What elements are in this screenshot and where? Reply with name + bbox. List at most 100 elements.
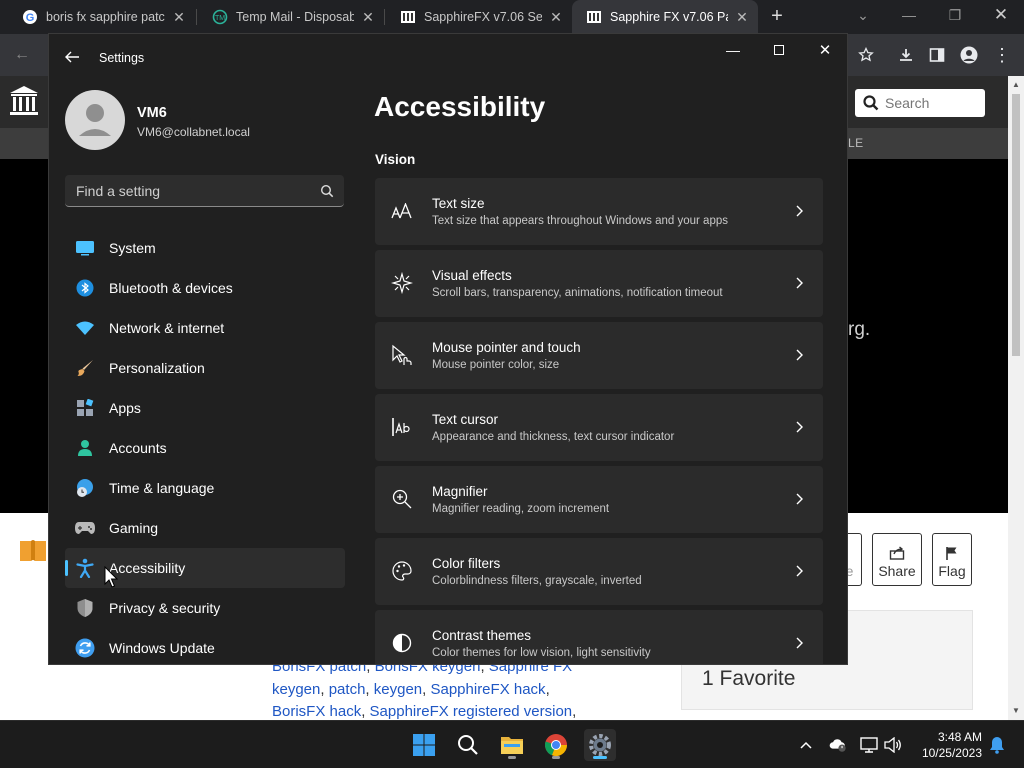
browser-tab[interactable]: TM Temp Mail - Disposable ✕ <box>198 0 384 34</box>
browser-tab[interactable]: SapphireFX v7.06 Setup ✕ <box>386 0 572 34</box>
chevron-up-icon[interactable] <box>797 736 815 754</box>
tag-link[interactable]: patch <box>329 681 366 698</box>
chevron-right-icon <box>796 493 803 505</box>
tab-divider <box>196 9 197 25</box>
settings-cards: Text size Text size that appears through… <box>375 178 823 664</box>
card-color-filters[interactable]: Color filters Colorblindness filters, gr… <box>375 538 823 605</box>
flag-icon <box>946 547 957 560</box>
start-button[interactable] <box>408 729 440 761</box>
tag-link[interactable]: BorisFX hack <box>272 703 361 720</box>
tab-search-icon[interactable]: ⌄ <box>840 0 886 30</box>
nav-item-personalization[interactable]: Personalization <box>65 348 345 388</box>
browser-tab-active[interactable]: Sapphire FX v7.06 Patch ✕ <box>572 0 758 34</box>
restore-icon[interactable]: ❐ <box>932 0 978 30</box>
page-title: Accessibility <box>374 91 546 122</box>
close-tab-icon[interactable]: ✕ <box>548 9 564 26</box>
settings-nav: System Bluetooth & devices Network & int… <box>65 228 345 664</box>
close-tab-icon[interactable]: ✕ <box>171 9 187 26</box>
find-setting-input[interactable] <box>65 182 305 199</box>
chrome-button[interactable] <box>540 729 572 761</box>
nav-item-time-language[interactable]: Time & language <box>65 468 345 508</box>
system-icon <box>75 238 95 258</box>
scroll-down-icon[interactable]: ▼ <box>1012 706 1020 715</box>
close-icon[interactable]: ✕ <box>802 34 847 66</box>
network-icon[interactable] <box>860 736 878 754</box>
card-contrast-themes[interactable]: Contrast themes Color themes for low vis… <box>375 610 823 664</box>
new-tab-button[interactable]: + <box>766 5 788 27</box>
back-icon[interactable]: ← <box>10 43 34 67</box>
find-setting-search[interactable] <box>65 175 344 207</box>
browser-tab[interactable]: G boris fx sapphire patch ✕ <box>8 0 195 34</box>
tag-list: BorisFX patch, BorisFX keygen, Sapphire … <box>272 658 577 720</box>
search-icon <box>863 95 879 111</box>
close-tab-icon[interactable]: ✕ <box>734 9 750 26</box>
chevron-right-icon <box>796 205 803 217</box>
archive-icon <box>586 9 602 25</box>
nav-item-accounts[interactable]: Accounts <box>65 428 345 468</box>
close-tab-icon[interactable]: ✕ <box>360 9 376 26</box>
flag-button[interactable]: Flag <box>932 533 972 586</box>
card-text-cursor[interactable]: Text cursor Appearance and thickness, te… <box>375 394 823 461</box>
minimize-icon[interactable]: — <box>710 34 756 66</box>
text-cursor-icon <box>391 416 413 438</box>
search-icon <box>458 735 478 755</box>
browser-tabstrip: G boris fx sapphire patch ✕ TM Temp Mail… <box>0 0 1024 34</box>
close-window-icon[interactable]: ✕ <box>978 0 1024 30</box>
cloud-sync-icon[interactable] <box>829 736 847 754</box>
update-icon <box>75 638 95 658</box>
profile-icon[interactable] <box>957 43 981 67</box>
accessibility-icon <box>75 558 95 578</box>
google-g-icon: G <box>22 9 38 25</box>
tag-link[interactable]: SapphireFX registered version <box>370 703 573 720</box>
tag-link[interactable]: keygen <box>374 681 422 698</box>
scroll-up-icon[interactable]: ▲ <box>1012 80 1020 89</box>
settings-app-button[interactable] <box>584 729 616 761</box>
chevron-right-icon <box>796 637 803 649</box>
tag-link[interactable]: SapphireFX hack <box>430 681 545 698</box>
card-text-size[interactable]: Text size Text size that appears through… <box>375 178 823 245</box>
card-visual-effects[interactable]: Visual effects Scroll bars, transparency… <box>375 250 823 317</box>
menu-kebab-icon[interactable]: ⋮ <box>990 43 1014 67</box>
minimize-icon[interactable]: — <box>886 0 932 30</box>
nav-item-privacy-security[interactable]: Privacy & security <box>65 588 345 628</box>
magnifier-icon <box>391 488 413 510</box>
user-name: VM6 <box>137 105 167 121</box>
book-icon <box>20 540 46 561</box>
site-search-input[interactable]: Search <box>855 89 985 117</box>
card-magnifier[interactable]: Magnifier Magnifier reading, zoom increm… <box>375 466 823 533</box>
chevron-right-icon <box>796 421 803 433</box>
side-panel-icon[interactable] <box>925 43 949 67</box>
nav-item-bluetooth[interactable]: Bluetooth & devices <box>65 268 345 308</box>
maximize-icon[interactable] <box>756 34 802 66</box>
notification-bell-icon[interactable] <box>988 736 1006 754</box>
archive-logo-icon[interactable] <box>8 84 40 118</box>
file-explorer-button[interactable] <box>496 729 528 761</box>
scroll-thumb[interactable] <box>1012 94 1020 356</box>
app-title: Settings <box>99 51 145 65</box>
nav-item-windows-update[interactable]: Windows Update <box>65 628 345 664</box>
shield-icon <box>75 598 95 618</box>
nav-item-system[interactable]: System <box>65 228 345 268</box>
volume-icon[interactable] <box>884 736 902 754</box>
back-arrow-icon[interactable] <box>63 48 81 66</box>
chevron-right-icon <box>796 277 803 289</box>
mouse-cursor-icon <box>104 566 118 588</box>
folder-icon <box>501 737 523 754</box>
download-icon[interactable] <box>894 43 918 67</box>
share-button[interactable]: Share <box>872 533 922 586</box>
system-clock[interactable]: 3:48 AM 10/25/2023 <box>912 729 982 761</box>
card-mouse-pointer-touch[interactable]: Mouse pointer and touch Mouse pointer co… <box>375 322 823 389</box>
partial-button[interactable]: e <box>846 533 862 586</box>
taskbar: 3:48 AM 10/25/2023 <box>0 720 1024 768</box>
nav-item-network[interactable]: Network & internet <box>65 308 345 348</box>
globe-clock-icon <box>75 478 95 498</box>
settings-window: Settings — ✕ VM6 VM6@collabnet.local Sys… <box>48 33 848 665</box>
bookmark-star-icon[interactable] <box>854 43 878 67</box>
search-button[interactable] <box>452 729 484 761</box>
nav-item-gaming[interactable]: Gaming <box>65 508 345 548</box>
page-scrollbar[interactable]: ▲ ▼ <box>1008 76 1024 720</box>
text-size-icon <box>391 200 413 222</box>
nav-item-apps[interactable]: Apps <box>65 388 345 428</box>
apps-icon <box>75 398 95 418</box>
avatar[interactable] <box>65 90 125 150</box>
